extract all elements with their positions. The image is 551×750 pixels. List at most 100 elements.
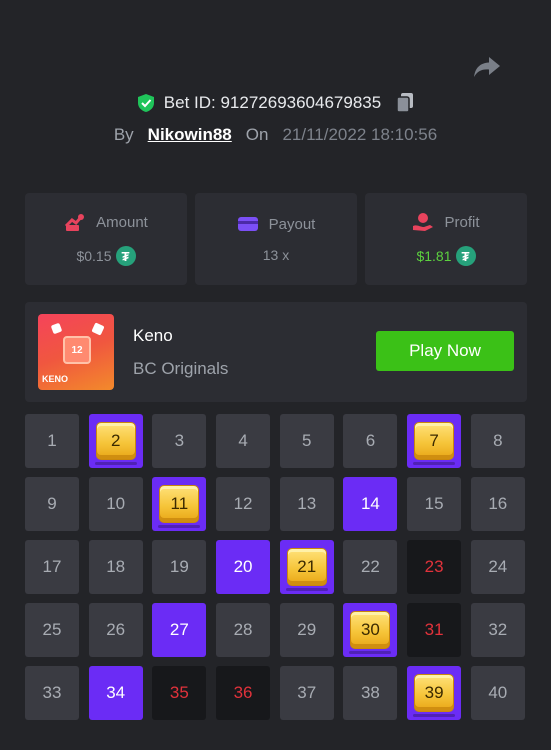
keno-cell-21[interactable]: 21 — [279, 540, 334, 594]
cell-number: 27 — [169, 620, 189, 639]
keno-cell-16[interactable]: 16 — [470, 477, 525, 531]
keno-cell-4[interactable]: 4 — [216, 414, 271, 468]
keno-cell-23[interactable]: 23 — [407, 540, 462, 594]
cell-number: 15 — [424, 494, 444, 513]
game-provider: BC Originals — [133, 359, 229, 378]
keno-thumbnail[interactable]: 12 KENO — [38, 314, 114, 390]
keno-cell-15[interactable]: 15 — [407, 477, 462, 531]
keno-cell-5[interactable]: 5 — [279, 414, 334, 468]
keno-cell-26[interactable]: 26 — [88, 603, 143, 657]
share-icon[interactable] — [472, 54, 502, 80]
gem-icon: 21 — [286, 548, 327, 586]
keno-cell-39[interactable]: 39 — [407, 666, 462, 720]
cell-shadow — [413, 462, 456, 465]
keno-cell-9[interactable]: 9 — [25, 477, 79, 531]
cell-number: 23 — [424, 557, 444, 576]
keno-cell-12[interactable]: 12 — [216, 477, 271, 531]
keno-cell-37[interactable]: 37 — [279, 666, 334, 720]
cell-number: 26 — [106, 620, 126, 639]
cell-number: 14 — [360, 494, 380, 513]
keno-cell-18[interactable]: 18 — [88, 540, 143, 594]
thumbnail-label: KENO — [42, 374, 69, 384]
gem-icon: 11 — [159, 485, 200, 523]
cube-icon: 12 — [63, 336, 91, 364]
keno-cell-6[interactable]: 6 — [343, 414, 398, 468]
bet-stats: Amount $0.15 ₮ Payout 13 x Profit $1.81 … — [25, 193, 527, 285]
cell-number: 25 — [42, 620, 62, 639]
game-name[interactable]: Keno — [133, 326, 173, 346]
keno-cell-27[interactable]: 27 — [152, 603, 207, 657]
cell-shadow — [413, 714, 456, 717]
keno-cell-24[interactable]: 24 — [470, 540, 525, 594]
usdt-icon: ₮ — [455, 246, 476, 266]
username-link[interactable]: Nikowin88 — [148, 125, 232, 145]
dice-icon — [91, 322, 105, 336]
keno-cell-31[interactable]: 31 — [407, 603, 462, 657]
bet-id-row: Bet ID: 91272693604679835 — [0, 92, 551, 114]
keno-cell-28[interactable]: 28 — [216, 603, 271, 657]
bet-datetime: 21/11/2022 18:10:56 — [282, 125, 438, 144]
cell-number: 40 — [488, 683, 508, 702]
keno-board: 1 2 3 4 5 6 7 8 9 10 11 12 13 14 15 16 17 18 19 20 21 22 23 24 2… — [25, 414, 527, 720]
cell-number: 34 — [106, 683, 126, 702]
keno-cell-17[interactable]: 17 — [25, 540, 79, 594]
cell-number: 32 — [488, 620, 508, 639]
cell-shadow — [158, 525, 201, 528]
keno-cell-3[interactable]: 3 — [152, 414, 207, 468]
keno-cell-30[interactable]: 30 — [343, 603, 398, 657]
cell-number: 22 — [360, 557, 380, 576]
cell-number: 3 — [174, 431, 185, 450]
profit-value: $1.81 — [416, 248, 452, 264]
keno-cell-2[interactable]: 2 — [88, 414, 143, 468]
keno-cell-32[interactable]: 32 — [470, 603, 525, 657]
shield-check-icon — [137, 94, 154, 112]
cell-number: 6 — [365, 431, 376, 450]
cell-number: 35 — [169, 683, 189, 702]
payout-card: Payout 13 x — [195, 193, 357, 285]
cell-number: 8 — [493, 431, 503, 450]
keno-cell-13[interactable]: 13 — [279, 477, 334, 531]
keno-cell-11[interactable]: 11 — [152, 477, 207, 531]
keno-cell-40[interactable]: 40 — [470, 666, 525, 720]
payout-icon — [237, 217, 258, 231]
cell-number: 17 — [42, 557, 62, 576]
amount-icon — [65, 214, 85, 231]
keno-cell-34[interactable]: 34 — [88, 666, 143, 720]
keno-cell-7[interactable]: 7 — [407, 414, 462, 468]
gem-icon: 30 — [350, 611, 391, 649]
payout-label: Payout — [268, 215, 316, 233]
play-now-button[interactable]: Play Now — [376, 331, 514, 371]
keno-cell-10[interactable]: 10 — [88, 477, 143, 531]
keno-cell-25[interactable]: 25 — [25, 603, 79, 657]
profit-label: Profit — [444, 213, 480, 231]
keno-cell-38[interactable]: 38 — [343, 666, 398, 720]
keno-cell-35[interactable]: 35 — [152, 666, 207, 720]
usdt-icon: ₮ — [115, 246, 136, 266]
payout-value: 13 x — [262, 247, 290, 263]
gem-icon: 39 — [414, 674, 455, 712]
dice-icon — [50, 322, 63, 335]
keno-cell-1[interactable]: 1 — [25, 414, 79, 468]
cell-number: 20 — [233, 557, 253, 576]
cell-number: 29 — [297, 620, 317, 639]
keno-cell-22[interactable]: 22 — [343, 540, 398, 594]
cell-number: 19 — [169, 557, 189, 576]
keno-cell-14[interactable]: 14 — [343, 477, 398, 531]
cell-number: 4 — [238, 431, 248, 450]
cell-number: 31 — [424, 620, 444, 639]
profit-card: Profit $1.81 ₮ — [365, 193, 527, 285]
amount-value: $0.15 — [76, 248, 112, 264]
cell-number: 12 — [233, 494, 253, 513]
keno-cell-33[interactable]: 33 — [25, 666, 79, 720]
cell-number: 33 — [42, 683, 62, 702]
keno-cell-8[interactable]: 8 — [470, 414, 525, 468]
copy-icon[interactable] — [395, 92, 415, 114]
bet-id-text: Bet ID: 91272693604679835 — [163, 93, 382, 112]
keno-cell-20[interactable]: 20 — [216, 540, 271, 594]
keno-cell-29[interactable]: 29 — [279, 603, 334, 657]
keno-cell-19[interactable]: 19 — [152, 540, 207, 594]
by-label: By — [113, 125, 134, 144]
amount-label: Amount — [96, 213, 148, 231]
cell-number: 10 — [106, 494, 126, 513]
keno-cell-36[interactable]: 36 — [216, 666, 271, 720]
